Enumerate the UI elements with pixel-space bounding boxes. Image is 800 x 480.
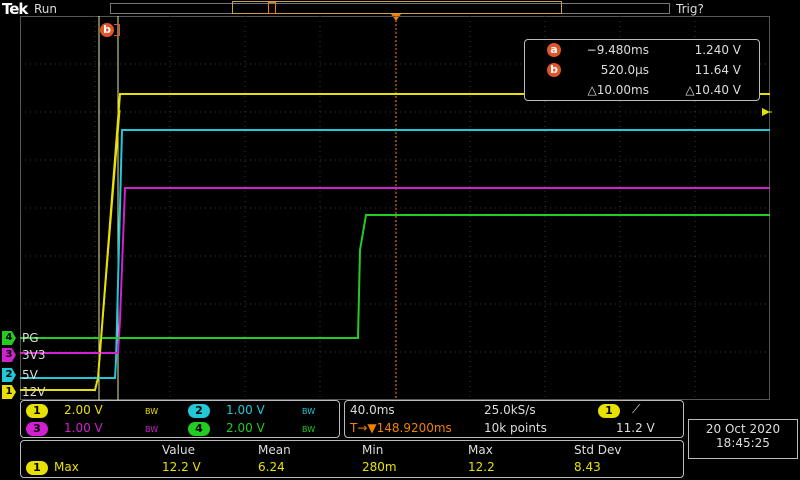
ch4-scale[interactable]: 2.00 V	[226, 421, 265, 435]
ch2-5v-waveform	[20, 129, 770, 379]
cursor-b-volt: 11.64 V	[694, 63, 741, 77]
cursor-delta-time: △10.00ms	[587, 83, 649, 97]
meas-value: 12.2 V	[162, 460, 201, 474]
meas-header-min: Min	[362, 443, 384, 457]
ch2-bw-limit: BW	[302, 407, 316, 416]
cursor-b-badge[interactable]: b	[100, 23, 114, 37]
ch2-label: 5V	[22, 368, 38, 382]
meas-min: 280m	[362, 460, 397, 474]
time: 18:45:25	[716, 436, 770, 450]
trigger-source-badge[interactable]: 1	[598, 404, 620, 418]
ch3-scale-badge[interactable]: 3	[26, 422, 48, 436]
ch1-scale[interactable]: 2.00 V	[64, 403, 103, 417]
time-per-div[interactable]: 40.0ms	[350, 403, 395, 417]
trigger-slope-icon[interactable]: ⟋	[632, 402, 640, 417]
meas-source-badge[interactable]: 1	[26, 461, 48, 475]
meas-mean: 6.24	[258, 460, 285, 474]
cursor-a-badge: a	[547, 43, 561, 57]
ch4-scale-badge[interactable]: 4	[188, 422, 210, 436]
ch4-bw-limit: BW	[302, 425, 316, 434]
trigger-delay[interactable]: T→▼148.9200ms	[350, 421, 452, 435]
meas-header-max: Max	[468, 443, 493, 457]
meas-header-value: Value	[162, 443, 195, 457]
cursor-delta-volt: △10.40 V	[685, 83, 741, 97]
ch4-label: PG	[22, 331, 39, 345]
cursor-a-volt: 1.240 V	[694, 43, 741, 57]
record-length[interactable]: 10k points	[484, 421, 547, 435]
ch1-label: 12V	[22, 385, 46, 399]
ch3-bw-limit: BW	[145, 425, 159, 434]
ch3-label: 3V3	[22, 348, 46, 362]
cursor-a-time: −9.480ms	[586, 43, 649, 57]
meas-max: 12.2	[468, 460, 495, 474]
cursor-b-time: 520.0µs	[600, 63, 649, 77]
ch3-3v3-waveform	[20, 187, 770, 354]
ch1-scale-badge[interactable]: 1	[26, 404, 48, 418]
meas-header-stddev: Std Dev	[574, 443, 622, 457]
cursor-readout: a −9.480ms 1.240 V b 520.0µs 11.64 V △10…	[524, 39, 760, 101]
trigger-level[interactable]: 11.2 V	[616, 421, 655, 435]
cursor-a-bracket-icon	[114, 24, 120, 36]
ch3-scale[interactable]: 1.00 V	[64, 421, 103, 435]
ch2-scale-badge[interactable]: 2	[188, 404, 210, 418]
sample-rate: 25.0kS/s	[484, 403, 536, 417]
ch2-scale[interactable]: 1.00 V	[226, 403, 265, 417]
ch1-bw-limit: BW	[145, 407, 159, 416]
date: 20 Oct 2020	[705, 422, 781, 436]
cursor-b-readout-badge: b	[547, 63, 561, 77]
meas-stddev: 8.43	[574, 460, 601, 474]
datetime-panel: 20 Oct 2020 18:45:25	[688, 419, 798, 459]
meas-header-mean: Mean	[258, 443, 291, 457]
meas-name[interactable]: Max	[54, 460, 79, 474]
